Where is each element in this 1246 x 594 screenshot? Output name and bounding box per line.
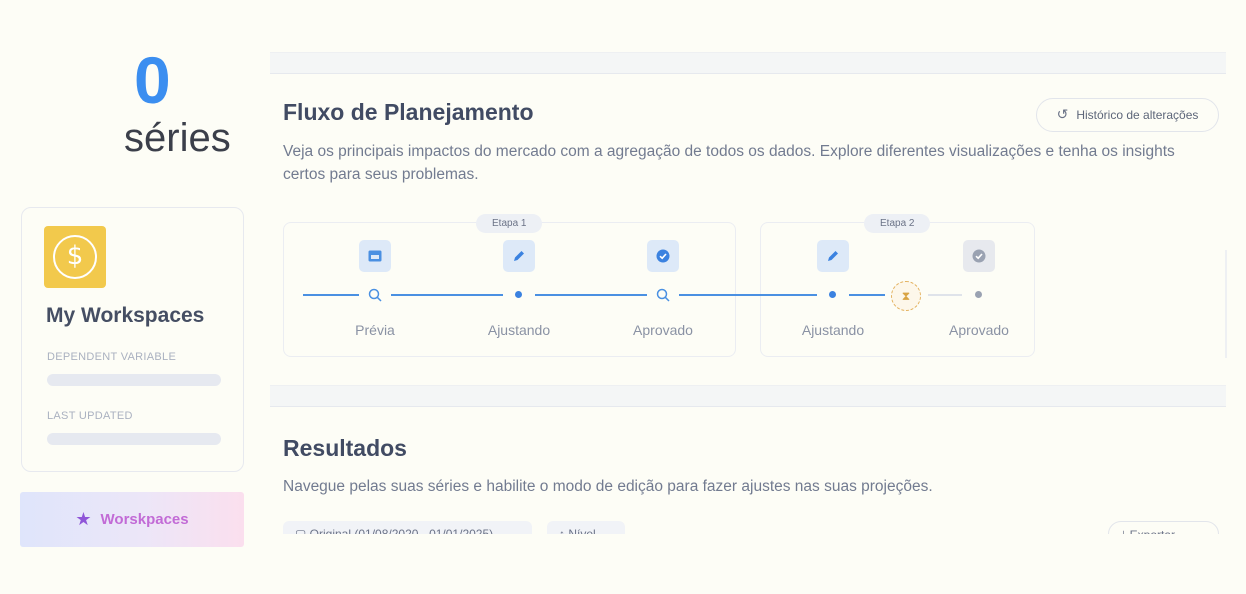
preview-step-button[interactable] — [359, 240, 391, 272]
approved-step-2-button[interactable] — [963, 240, 995, 272]
section-divider — [270, 52, 1226, 74]
timeline-segment — [849, 294, 885, 296]
last-updated-placeholder — [47, 433, 221, 445]
step-label-ajustando-2: Ajustando — [801, 322, 865, 338]
stage-2-badge: Etapa 2 — [864, 214, 931, 233]
history-button-label: Histórico de alterações — [1076, 108, 1199, 122]
results-description: Navegue pelas suas séries e habilite o m… — [283, 478, 933, 495]
approved-2-node — [975, 291, 982, 298]
last-updated-label: LAST UPDATED — [47, 410, 133, 422]
adjusting-node — [515, 291, 522, 298]
timeline-segment — [391, 294, 503, 296]
timeline-segment-pending — [928, 294, 962, 296]
section-divider — [270, 385, 1226, 407]
workspace-card: $ My Workspaces DEPENDENT VARIABLE LAST … — [21, 207, 244, 472]
search-icon — [656, 288, 670, 302]
adjusting-step-2-button[interactable] — [817, 240, 849, 272]
series-count: 0 — [134, 43, 171, 117]
workspaces-button[interactable]: ★ Worskpaces — [20, 492, 244, 547]
scroll-edge — [1225, 250, 1227, 358]
planning-description: Veja os principais impactos do mercado c… — [283, 143, 1175, 183]
timeline-segment — [535, 294, 647, 296]
pencil-icon — [514, 251, 524, 261]
workspace-logo: $ — [44, 226, 106, 288]
timeline-segment — [303, 294, 359, 296]
workspace-title: My Workspaces — [46, 304, 205, 327]
bottom-clip — [270, 534, 1230, 594]
search-icon — [368, 288, 382, 302]
hourglass-icon: ⧗ — [891, 281, 921, 311]
step-label-aprovado: Aprovado — [633, 322, 693, 338]
dollar-icon: $ — [53, 235, 97, 279]
step-label-aprovado-2: Aprovado — [949, 322, 1009, 338]
history-icon: ↺ — [1056, 107, 1069, 123]
stage-1-badge: Etapa 1 — [476, 214, 543, 233]
results-title: Resultados — [283, 435, 407, 461]
dependent-variable-placeholder — [47, 374, 221, 386]
adjusting-step-button[interactable] — [503, 240, 535, 272]
workspaces-button-label: Worskpaces — [100, 511, 189, 528]
dependent-variable-label: DEPENDENT VARIABLE — [47, 351, 177, 363]
step-label-ajustando: Ajustando — [487, 322, 551, 338]
series-unit: séries — [124, 116, 231, 160]
image-icon — [368, 250, 382, 262]
step-label-previa: Prévia — [355, 322, 395, 338]
series-counter: 0 séries — [0, 40, 260, 170]
star-icon: ★ — [75, 509, 92, 530]
history-button[interactable]: ↺ Histórico de alterações — [1036, 98, 1219, 132]
pencil-icon — [828, 251, 838, 261]
approved-step-button[interactable] — [647, 240, 679, 272]
timeline-segment — [679, 294, 817, 296]
planning-title: Fluxo de Planejamento — [283, 99, 534, 125]
check-circle-icon — [972, 249, 986, 263]
adjusting-2-node — [829, 291, 836, 298]
check-circle-icon — [656, 249, 670, 263]
